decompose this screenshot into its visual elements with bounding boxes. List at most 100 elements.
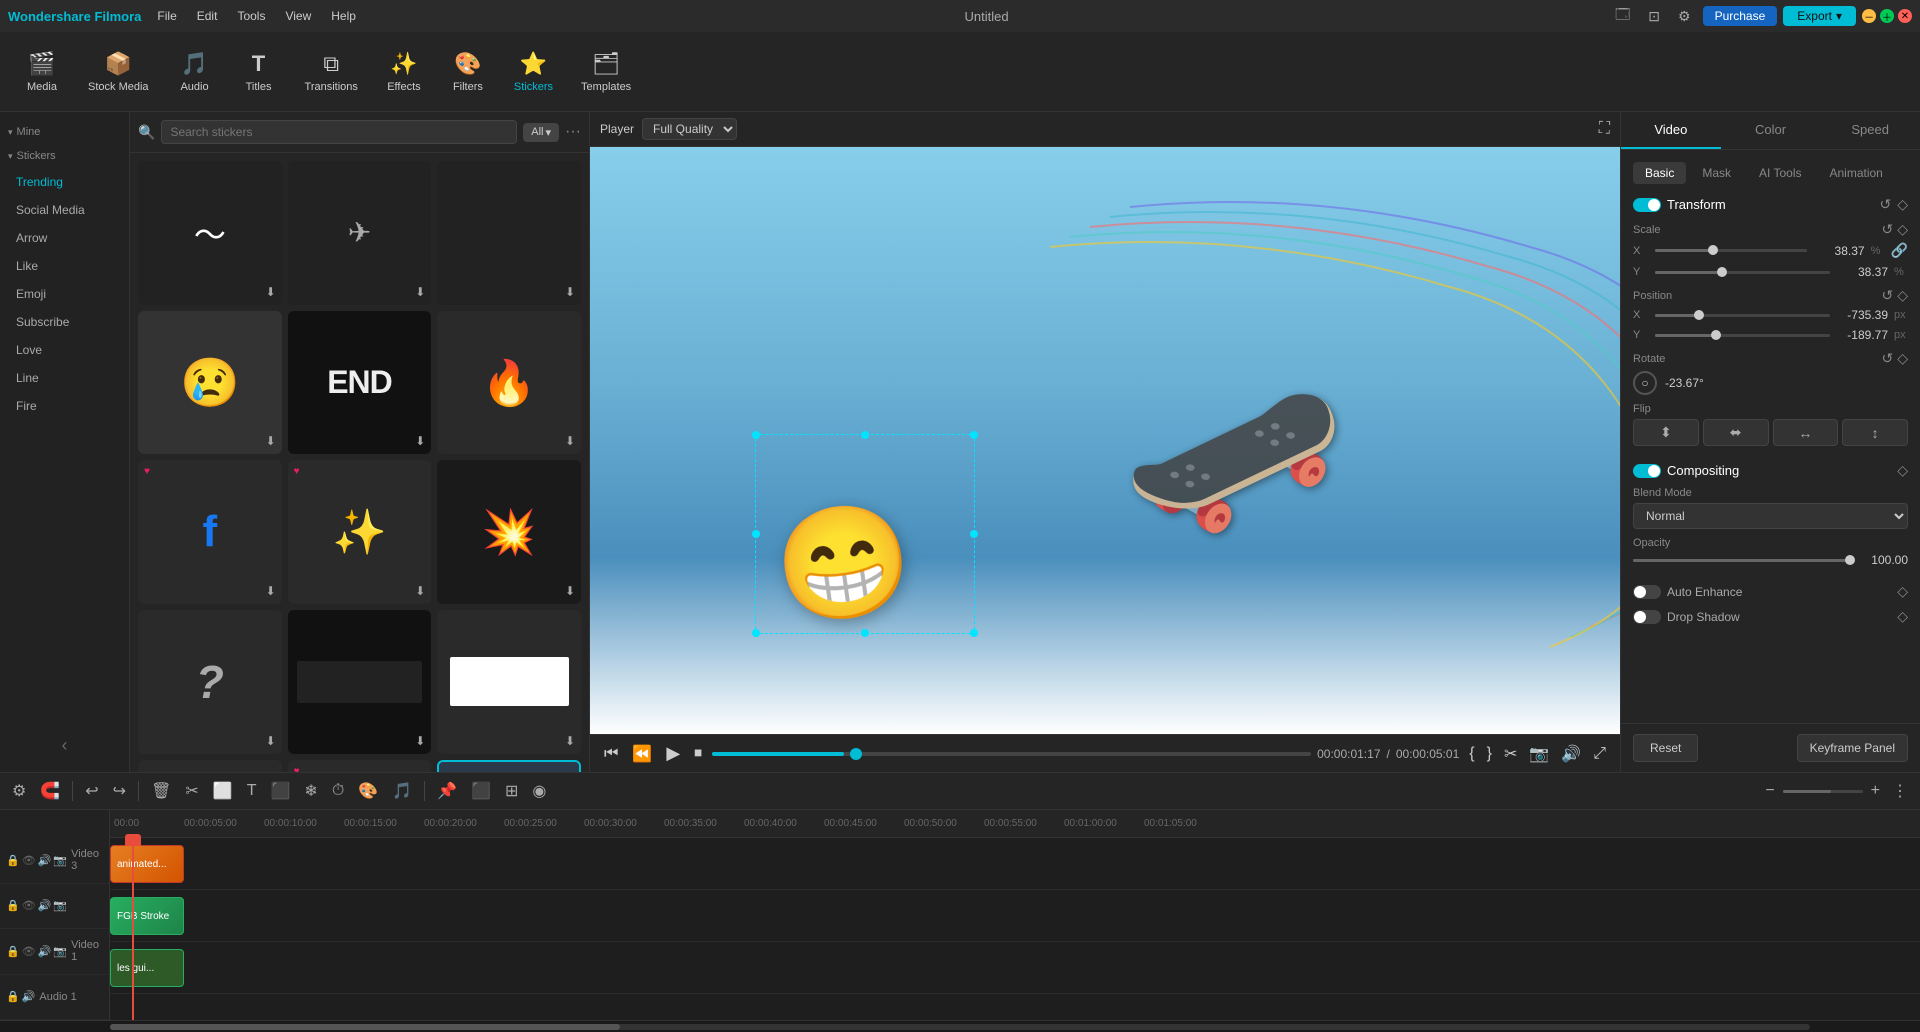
sidebar-item-subscribe[interactable]: Subscribe	[4, 309, 125, 335]
zoom-out-button[interactable]: −	[1761, 780, 1778, 802]
track-visibility-icon[interactable]: 👁	[22, 854, 36, 867]
sidebar-item-arrow[interactable]: Arrow	[4, 225, 125, 251]
settings-icon[interactable]: ⚙	[1672, 6, 1697, 27]
more-options-button[interactable]: ⋮	[1888, 779, 1912, 803]
handle-middle-left[interactable]	[752, 530, 760, 538]
in-point-button[interactable]: {	[1465, 742, 1478, 766]
scale-link-icon[interactable]: 🔗	[1891, 242, 1908, 259]
track-mute-icon-3[interactable]: 🔊	[38, 945, 52, 958]
speed-button[interactable]: ⏱	[328, 780, 348, 802]
filter-all-button[interactable]: All ▾	[523, 123, 559, 142]
collapse-sidebar-button[interactable]: ‹	[0, 727, 129, 764]
list-item[interactable]: ✈ ⬇	[288, 161, 432, 305]
sidebar-section-mine[interactable]: ▾ Mine	[0, 120, 129, 144]
list-item[interactable]: ♥ f ⬇	[138, 460, 282, 604]
sidebar-section-stickers[interactable]: ▾ Stickers	[0, 144, 129, 168]
redo-button[interactable]: ↪	[109, 779, 130, 803]
list-item[interactable]: 〜 ⬇	[138, 161, 282, 305]
window-close-button[interactable]: ✕	[1898, 9, 1912, 23]
handle-bottom-middle[interactable]	[861, 629, 869, 637]
toolbar-media[interactable]: 🎬 Media	[10, 45, 74, 99]
skip-back-button[interactable]: ⏮	[600, 743, 622, 765]
list-item[interactable]: 🔧 ⬇	[138, 760, 282, 772]
crop-button[interactable]: ⬜	[209, 779, 237, 803]
preview-expand-button[interactable]: ⛶	[1599, 120, 1610, 138]
sidebar-item-trending[interactable]: Trending	[4, 169, 125, 195]
effect-button[interactable]: ◉	[528, 779, 550, 803]
drop-shadow-settings-icon[interactable]: ◇	[1897, 608, 1908, 625]
position-y-slider[interactable]	[1655, 334, 1830, 337]
delete-button[interactable]: 🗑	[147, 779, 175, 803]
handle-bottom-left[interactable]	[752, 629, 760, 637]
list-item[interactable]: ♥ 🤣 ⬇	[288, 760, 432, 772]
position-reset-icon[interactable]: ↺	[1881, 287, 1893, 304]
clip-button[interactable]: ✂	[1500, 742, 1521, 766]
track-lock-icon[interactable]: 🔒	[6, 854, 20, 867]
screenshot-button[interactable]: 📷	[1525, 742, 1553, 766]
reset-button[interactable]: Reset	[1633, 734, 1698, 762]
transition-button[interactable]: ⬛	[467, 779, 495, 803]
toolbar-filters[interactable]: 🎨 Filters	[436, 45, 500, 99]
export-button[interactable]: Export ▾	[1783, 6, 1856, 26]
sidebar-item-social-media[interactable]: Social Media	[4, 197, 125, 223]
clip-fgb-stroke[interactable]: FGB Stroke	[110, 897, 184, 935]
group-button[interactable]: ⊞	[501, 779, 522, 803]
compositing-keyframe-icon[interactable]: ◇	[1897, 462, 1908, 479]
color-button[interactable]: 🎨	[354, 779, 382, 803]
playback-thumb[interactable]	[850, 748, 862, 760]
track-mute-icon[interactable]: 🔊	[38, 854, 52, 867]
flip-vertical-button[interactable]: ⬌	[1703, 419, 1769, 446]
scale-x-slider[interactable]	[1655, 249, 1807, 252]
track-camera-icon[interactable]: 📷	[53, 854, 67, 867]
blend-mode-select[interactable]: Normal Multiply Screen Overlay	[1633, 503, 1908, 529]
list-item[interactable]: 😢 ⬇	[138, 311, 282, 455]
list-item[interactable]: 💥 ⬇	[437, 460, 581, 604]
clip-animated[interactable]: animated...	[110, 845, 184, 883]
list-item[interactable]: 😁	[437, 760, 581, 772]
fullscreen-button[interactable]: ⤢	[1589, 742, 1610, 766]
transform-reset-icon[interactable]: ↺	[1879, 196, 1891, 213]
flip-btn-4[interactable]: ↕	[1842, 419, 1908, 446]
purchase-button[interactable]: Purchase	[1703, 6, 1778, 26]
rotate-reset-icon[interactable]: ↺	[1881, 350, 1893, 367]
mask-button[interactable]: ⬛	[267, 779, 295, 803]
list-item[interactable]: ⬇	[437, 161, 581, 305]
timeline-settings-button[interactable]: ⚙	[8, 779, 30, 803]
transform-keyframe-icon[interactable]: ◇	[1897, 196, 1908, 213]
track-camera-icon-3[interactable]: 📷	[53, 945, 67, 958]
compositing-toggle[interactable]	[1633, 464, 1661, 478]
window-maximize-button[interactable]: ＋	[1880, 9, 1894, 23]
handle-top-left[interactable]	[752, 431, 760, 439]
out-point-button[interactable]: }	[1483, 742, 1496, 766]
rotate-circle-icon[interactable]: ○	[1633, 371, 1657, 395]
frame-back-button[interactable]: ⏪	[628, 742, 656, 766]
scale-keyframe-icon[interactable]: ◇	[1897, 221, 1908, 238]
scroll-track[interactable]	[110, 1024, 1810, 1030]
list-item[interactable]: ⬇	[288, 610, 432, 754]
freeze-button[interactable]: ❄	[300, 779, 321, 803]
sub-tab-basic[interactable]: Basic	[1633, 162, 1686, 184]
toolbar-titles[interactable]: T Titles	[227, 45, 291, 99]
list-item[interactable]: END ⬇	[288, 311, 432, 455]
track-visibility-icon-3[interactable]: 👁	[22, 945, 36, 958]
markers-button[interactable]: 📌	[433, 779, 461, 803]
handle-bottom-right[interactable]	[970, 629, 978, 637]
sidebar-item-like[interactable]: Like	[4, 253, 125, 279]
sidebar-item-emoji[interactable]: Emoji	[4, 281, 125, 307]
menu-edit[interactable]: Edit	[189, 7, 226, 25]
track-visibility-icon-2[interactable]: 👁	[22, 899, 36, 912]
zoom-slider[interactable]	[1783, 790, 1863, 793]
list-item[interactable]: ? ⬇	[138, 610, 282, 754]
flip-btn-3[interactable]: ↔	[1773, 419, 1839, 446]
auto-enhance-toggle[interactable]	[1633, 585, 1661, 599]
sidebar-item-love[interactable]: Love	[4, 337, 125, 363]
flip-horizontal-button[interactable]: ⬍	[1633, 419, 1699, 446]
position-keyframe-icon[interactable]: ◇	[1897, 287, 1908, 304]
track-mute-icon-2[interactable]: 🔊	[38, 899, 52, 912]
timeline-scrollbar[interactable]	[0, 1020, 1920, 1032]
track-audio-mute-icon[interactable]: 🔊	[22, 990, 36, 1003]
sub-tab-animation[interactable]: Animation	[1817, 162, 1894, 184]
opacity-slider[interactable]	[1633, 559, 1850, 562]
text-button[interactable]: T	[243, 780, 261, 802]
handle-top-middle[interactable]	[861, 431, 869, 439]
